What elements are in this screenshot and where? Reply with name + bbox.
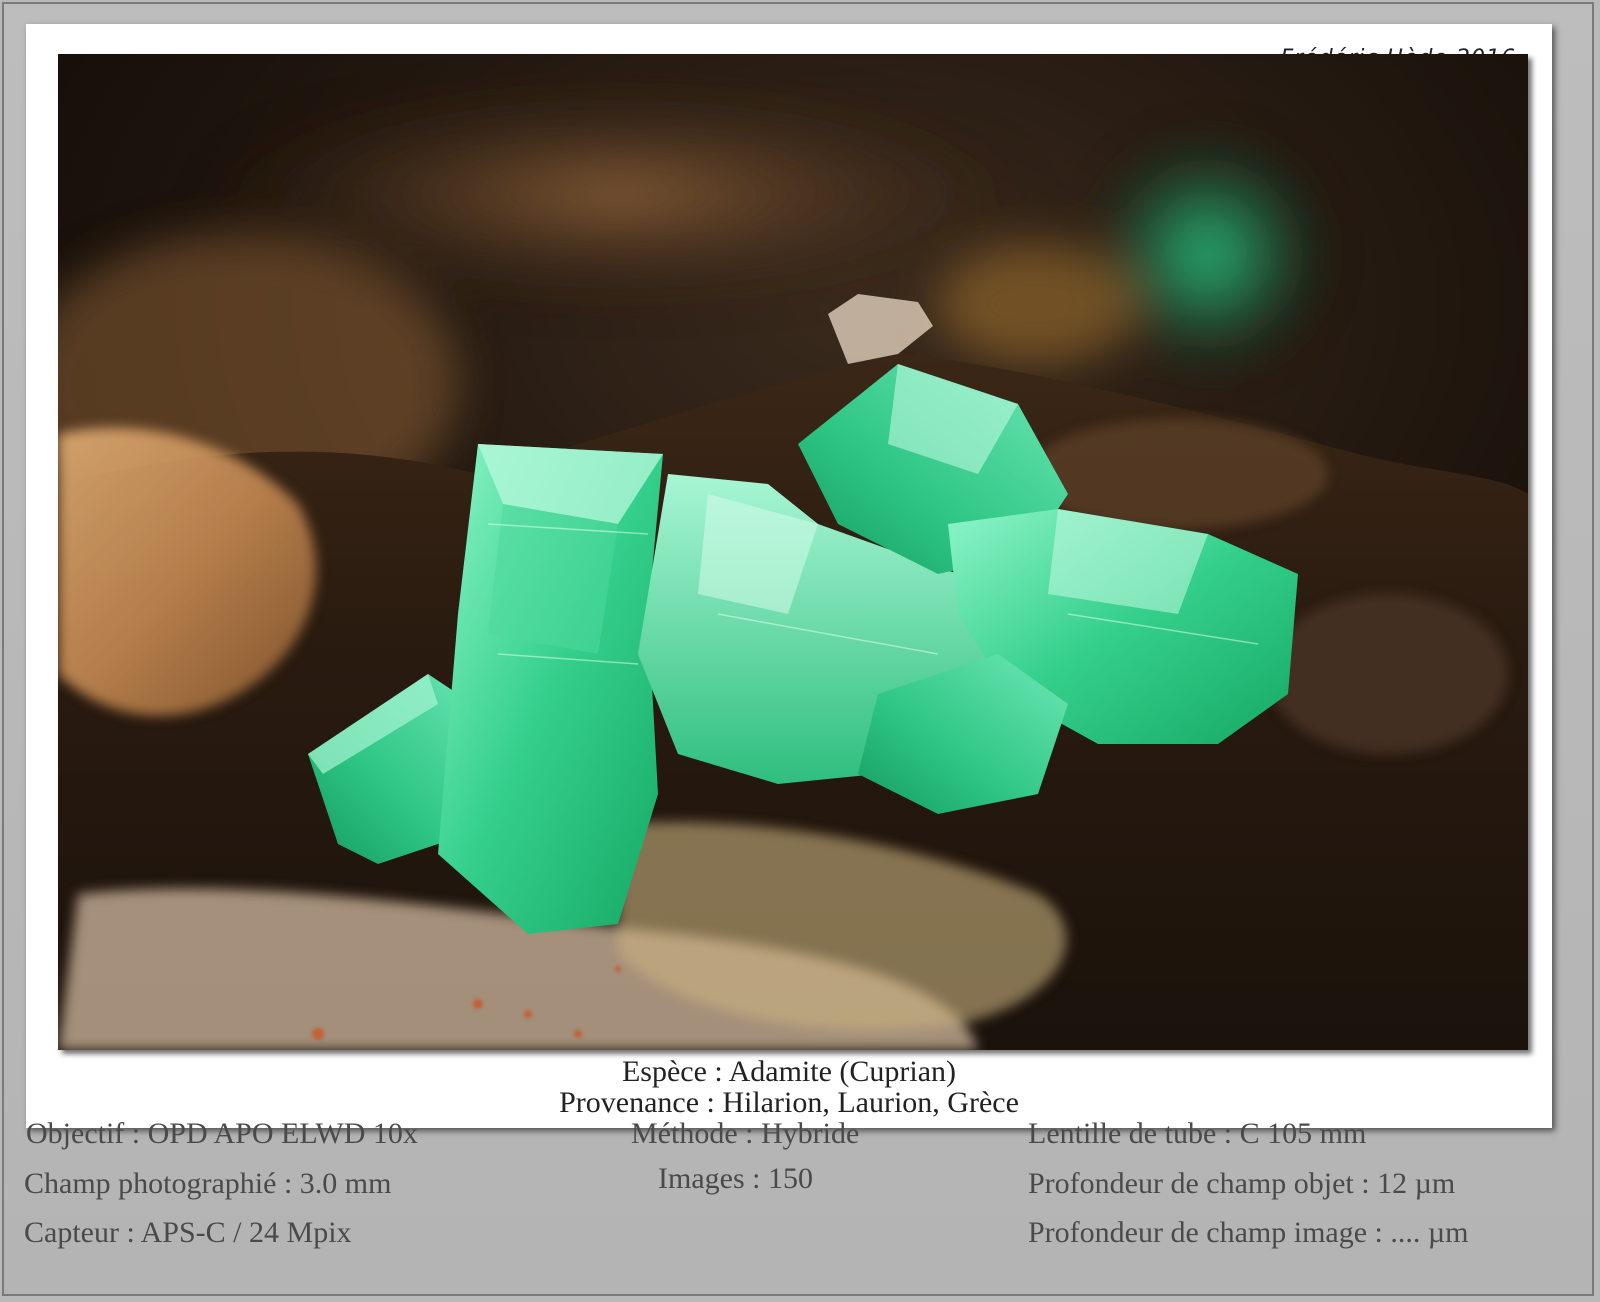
sensor-spec: Capteur : APS-C / 24 Mpix bbox=[24, 1216, 352, 1249]
objective-spec: Objectif : OPD APO ELWD 10x bbox=[26, 1117, 418, 1150]
adamite-crystal-image bbox=[58, 54, 1528, 1050]
provenance-line: Provenance : Hilarion, Laurion, Grèce bbox=[559, 1086, 1019, 1119]
mineral-photograph bbox=[58, 54, 1528, 1050]
dof-object-spec: Profondeur de champ objet : 12 µm bbox=[1028, 1167, 1456, 1200]
images-spec: Images : 150 bbox=[658, 1162, 813, 1195]
method-spec: Méthode : Hybride bbox=[631, 1117, 860, 1150]
dof-image-spec: Profondeur de champ image : .... µm bbox=[1028, 1216, 1469, 1249]
field-spec: Champ photographié : 3.0 mm bbox=[24, 1167, 392, 1200]
species-line: Espèce : Adamite (Cuprian) bbox=[621, 1055, 957, 1088]
outer-frame: Frédéric Hède 2016 bbox=[2, 2, 1594, 1296]
specimen-caption: Espèce : Adamite (Cuprian) Provenance : … bbox=[26, 1056, 1552, 1118]
photo-card: Frédéric Hède 2016 bbox=[26, 24, 1552, 1128]
tube-lens-spec: Lentille de tube : C 105 mm bbox=[1028, 1117, 1367, 1150]
